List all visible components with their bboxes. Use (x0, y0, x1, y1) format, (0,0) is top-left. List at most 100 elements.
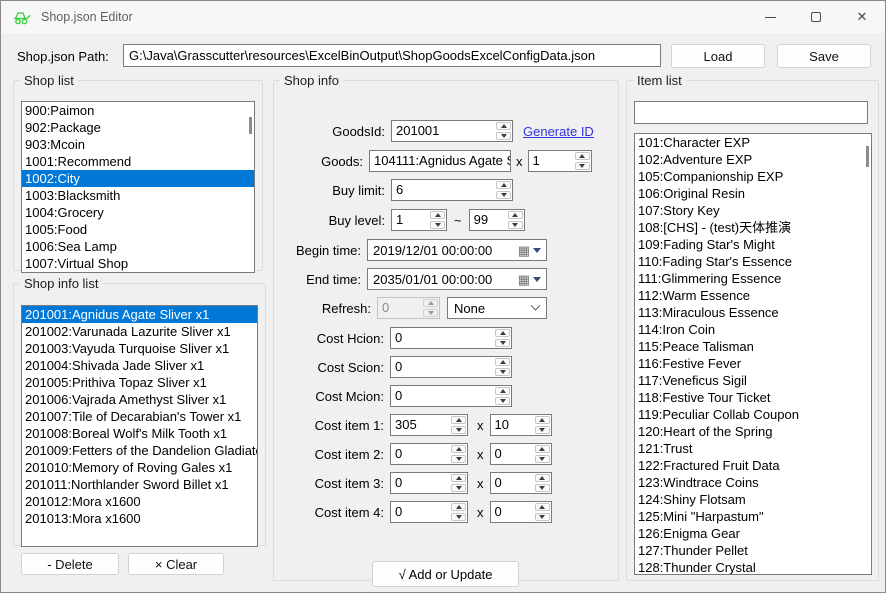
list-item[interactable]: 123:Windtrace Coins (635, 474, 871, 491)
list-item[interactable]: 126:Enigma Gear (635, 525, 871, 542)
spin-down-icon[interactable] (535, 513, 550, 521)
spin-up-icon[interactable] (535, 503, 550, 511)
list-item[interactable]: 116:Festive Fever (635, 355, 871, 372)
goods-count-spinner[interactable]: 1 (528, 150, 592, 172)
shop-listbox[interactable]: 900:Paimon902:Package903:Mcoin1001:Recom… (21, 101, 255, 273)
spin-up-icon[interactable] (495, 387, 510, 395)
list-item[interactable]: 105:Companionship EXP (635, 168, 871, 185)
list-item[interactable]: 201010:Memory of Roving Gales x1 (22, 459, 257, 476)
cost-item-id-spinner[interactable]: 0 (390, 501, 468, 523)
cost-item-count-spinner[interactable]: 0 (490, 443, 552, 465)
cost-item-count-spinner[interactable]: 0 (490, 472, 552, 494)
spin-up-icon[interactable] (495, 358, 510, 366)
dropdown-arrow-icon[interactable] (533, 277, 541, 282)
cost-mcion-spinner[interactable]: 0 (390, 385, 512, 407)
goods-input[interactable]: 104111:Agnidus Agate S (369, 150, 511, 172)
maximize-button[interactable] (793, 1, 839, 33)
cost-item-id-spinner[interactable]: 0 (390, 472, 468, 494)
spin-up-icon[interactable] (451, 445, 466, 453)
spin-down-icon[interactable] (495, 368, 510, 376)
list-item[interactable]: 117:Veneficus Sigil (635, 372, 871, 389)
list-item[interactable]: 124:Shiny Flotsam (635, 491, 871, 508)
spin-down-icon[interactable] (451, 426, 466, 434)
list-item[interactable]: 115:Peace Talisman (635, 338, 871, 355)
list-item[interactable]: 201009:Fetters of the Dandelion Gladiato (22, 442, 257, 459)
path-input[interactable] (123, 44, 661, 67)
load-button[interactable]: Load (671, 44, 765, 68)
spin-up-icon[interactable] (430, 211, 445, 219)
list-item[interactable]: 125:Mini "Harpastum" (635, 508, 871, 525)
list-item[interactable]: 201002:Varunada Lazurite Sliver x1 (22, 323, 257, 340)
list-item[interactable]: 113:Miraculous Essence (635, 304, 871, 321)
list-item[interactable]: 107:Story Key (635, 202, 871, 219)
list-item[interactable]: 1005:Food (22, 221, 254, 238)
shop-info-listbox[interactable]: 201001:Agnidus Agate Sliver x1201002:Var… (21, 305, 258, 547)
list-item[interactable]: 1001:Recommend (22, 153, 254, 170)
list-item[interactable]: 109:Fading Star's Might (635, 236, 871, 253)
spin-up-icon[interactable] (575, 152, 590, 160)
list-item[interactable]: 201011:Northlander Sword Billet x1 (22, 476, 257, 493)
list-item[interactable]: 1004:Grocery (22, 204, 254, 221)
list-item[interactable]: 902:Package (22, 119, 254, 136)
spin-down-icon[interactable] (496, 191, 511, 199)
list-item[interactable]: 102:Adventure EXP (635, 151, 871, 168)
add-or-update-button[interactable]: √ Add or Update (372, 561, 519, 587)
spin-up-icon[interactable] (496, 122, 511, 130)
list-item[interactable]: 201004:Shivada Jade Sliver x1 (22, 357, 257, 374)
spin-up-icon[interactable] (508, 211, 523, 219)
scrollbar-thumb[interactable] (249, 117, 252, 134)
list-item[interactable]: 122:Fractured Fruit Data (635, 457, 871, 474)
spin-down-icon[interactable] (451, 484, 466, 492)
list-item[interactable]: 201008:Boreal Wolf's Milk Tooth x1 (22, 425, 257, 442)
generate-id-link[interactable]: Generate ID (523, 124, 594, 139)
item-search-input[interactable] (634, 101, 868, 124)
list-item[interactable]: 201006:Vajrada Amethyst Sliver x1 (22, 391, 257, 408)
scrollbar-thumb[interactable] (866, 146, 869, 167)
spin-down-icon[interactable] (535, 455, 550, 463)
list-item[interactable]: 118:Festive Tour Ticket (635, 389, 871, 406)
list-item[interactable]: 1006:Sea Lamp (22, 238, 254, 255)
buy-level-min-spinner[interactable]: 1 (391, 209, 447, 231)
list-item[interactable]: 112:Warm Essence (635, 287, 871, 304)
dropdown-arrow-icon[interactable] (533, 248, 541, 253)
list-item[interactable]: 119:Peculiar Collab Coupon (635, 406, 871, 423)
list-item[interactable]: 114:Iron Coin (635, 321, 871, 338)
spin-up-icon[interactable] (496, 181, 511, 189)
spin-down-icon[interactable] (508, 221, 523, 229)
spin-down-icon[interactable] (495, 339, 510, 347)
cost-hcion-spinner[interactable]: 0 (390, 327, 512, 349)
cost-scion-spinner[interactable]: 0 (390, 356, 512, 378)
buy-limit-spinner[interactable]: 6 (391, 179, 513, 201)
spin-down-icon[interactable] (575, 162, 590, 170)
spin-up-icon[interactable] (535, 416, 550, 424)
list-item[interactable]: 201001:Agnidus Agate Sliver x1 (22, 306, 257, 323)
refresh-mode-select[interactable]: None (447, 297, 547, 319)
delete-button[interactable]: - Delete (21, 553, 119, 575)
list-item[interactable]: 120:Heart of the Spring (635, 423, 871, 440)
cost-item-count-spinner[interactable]: 0 (490, 501, 552, 523)
list-item[interactable]: 128:Thunder Crystal (635, 559, 871, 575)
list-item[interactable]: 1002:City (22, 170, 254, 187)
list-item[interactable]: 127:Thunder Pellet (635, 542, 871, 559)
spin-down-icon[interactable] (495, 397, 510, 405)
spin-down-icon[interactable] (496, 132, 511, 140)
spin-up-icon[interactable] (451, 503, 466, 511)
list-item[interactable]: 201005:Prithiva Topaz Sliver x1 (22, 374, 257, 391)
list-item[interactable]: 106:Original Resin (635, 185, 871, 202)
list-item[interactable]: 201012:Mora x1600 (22, 493, 257, 510)
spin-up-icon[interactable] (451, 416, 466, 424)
save-button[interactable]: Save (777, 44, 871, 68)
spin-up-icon[interactable] (495, 329, 510, 337)
close-button[interactable]: ✕ (839, 1, 885, 33)
list-item[interactable]: 108:[CHS] - (test)天体推演 (635, 219, 871, 236)
clear-button[interactable]: × Clear (128, 553, 224, 575)
buy-level-max-spinner[interactable]: 99 (469, 209, 525, 231)
goodsid-spinner[interactable]: 201001 (391, 120, 513, 142)
minimize-button[interactable] (747, 1, 793, 33)
spin-down-icon[interactable] (430, 221, 445, 229)
title-bar[interactable]: Shop.json Editor ✕ (1, 1, 885, 33)
list-item[interactable]: 1003:Blacksmith (22, 187, 254, 204)
list-item[interactable]: 201003:Vayuda Turquoise Sliver x1 (22, 340, 257, 357)
cost-item-id-spinner[interactable]: 0 (390, 443, 468, 465)
list-item[interactable]: 1007:Virtual Shop (22, 255, 254, 272)
